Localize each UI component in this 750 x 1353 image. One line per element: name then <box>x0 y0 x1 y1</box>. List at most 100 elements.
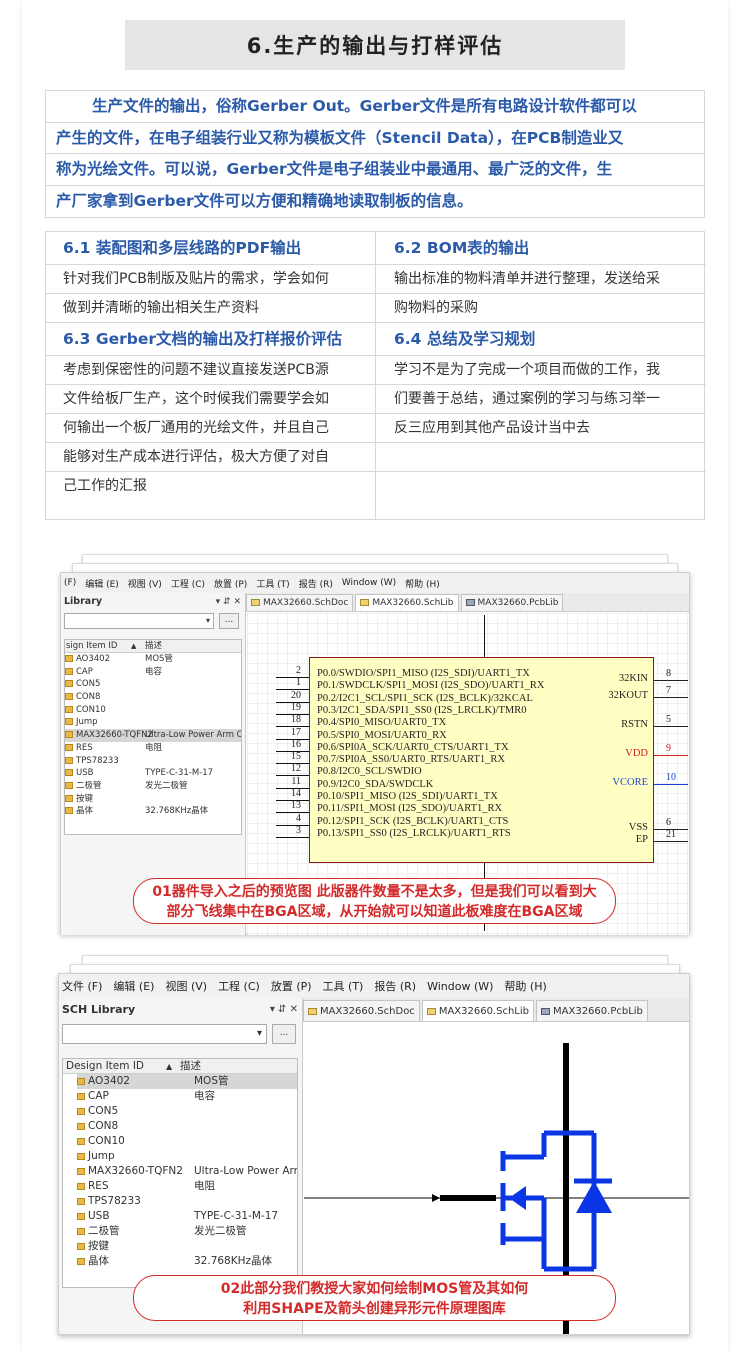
menu-view[interactable]: 视图 (V) <box>165 978 207 994</box>
panel-controls-icon[interactable]: ▾ ⇵ ✕ <box>270 998 298 1022</box>
menu-edit[interactable]: 编辑 (E) <box>85 577 119 590</box>
menu-view[interactable]: 视图 (V) <box>128 577 162 590</box>
item-id: CAP <box>88 1090 109 1102</box>
list-item[interactable]: CAP 电容 <box>65 666 241 679</box>
list-item[interactable]: CAP 电容 <box>77 1089 297 1104</box>
list-item[interactable]: AO3402 MOS管 <box>65 653 241 666</box>
folder-icon <box>77 1078 85 1085</box>
topic-heading: 6.2 BOM表的输出 <box>376 232 706 265</box>
item-id: RES <box>76 742 93 753</box>
item-id: CON5 <box>76 679 101 690</box>
list-item[interactable]: USB TYPE-C-31-M-17 <box>77 1209 297 1224</box>
column-header-desc[interactable]: 描述 <box>145 640 162 653</box>
menu-tools[interactable]: 工具 (T) <box>323 978 364 994</box>
topic-column-right: 6.2 BOM表的输出 输出标准的物料清单并进行整理，发送给采 购物料的采购 6… <box>376 232 706 519</box>
list-item[interactable]: CON5 <box>77 1104 297 1119</box>
pin-label: P0.4/SPI0_MISO/UART0_TX <box>317 717 447 729</box>
menu-tools[interactable]: 工具 (T) <box>256 577 289 590</box>
item-description: MOS管 <box>145 654 173 664</box>
search-input[interactable]: ▾ <box>62 1024 267 1044</box>
list-item[interactable]: 按键 <box>77 1239 297 1254</box>
menu-file[interactable]: (F) <box>64 578 76 588</box>
list-item[interactable]: 二极管 发光二极管 <box>77 1224 297 1239</box>
tab-schlib[interactable]: MAX32660.SchLib <box>355 594 459 611</box>
tab-schdoc[interactable]: MAX32660.SchDoc <box>246 594 354 611</box>
menu-place[interactable]: 放置 (P) <box>271 978 312 994</box>
list-item[interactable]: TPS78233 <box>65 755 241 768</box>
list-item[interactable]: CON8 <box>77 1119 297 1134</box>
item-id: CON8 <box>88 1120 119 1132</box>
panel-title-text: Library <box>64 596 103 607</box>
panel-controls-icon[interactable]: ▾ ⇵ ✕ <box>216 593 241 611</box>
item-description: MOS管 <box>194 1075 229 1087</box>
tab-label: MAX32660.PcbLib <box>553 1006 643 1017</box>
item-description: Ultra-Low Power Arm Co <box>145 730 242 741</box>
menu-project[interactable]: 工程 (C) <box>218 978 260 994</box>
list-item[interactable]: MAX32660-TQFN2Ultra-Low Power Arm Co <box>77 1164 297 1179</box>
list-item[interactable]: 晶体 32.768KHz晶体 <box>65 805 241 818</box>
intro-line: 生产文件的输出，俗称Gerber Out。Gerber文件是所有电路设计软件都可… <box>46 91 704 123</box>
list-item[interactable]: TPS78233 <box>77 1194 297 1209</box>
list-item[interactable]: Jump <box>65 716 241 729</box>
pin-number: 11 <box>291 775 301 787</box>
topic-text: 能够对生产成本进行评估，极大方便了对自 <box>46 443 375 472</box>
list-item[interactable]: 按键 <box>65 793 241 806</box>
list-item[interactable]: CON8 <box>65 691 241 704</box>
list-item[interactable]: 二极管 发光二极管 <box>65 780 241 793</box>
list-item[interactable]: CON10 <box>77 1134 297 1149</box>
menu-window[interactable]: Window (W) <box>342 578 396 588</box>
tab-pcblib[interactable]: MAX32660.PcbLib <box>536 1000 648 1021</box>
list-item[interactable]: MAX32660-TQFN2Ultra-Low Power Arm Co <box>65 729 241 742</box>
item-id: CAP <box>76 666 93 677</box>
list-item[interactable]: 晶体 32.768KHz晶体 <box>77 1254 297 1269</box>
pin-number: 13 <box>291 800 301 812</box>
menu-project[interactable]: 工程 (C) <box>171 577 205 590</box>
pin-number: 5 <box>666 714 671 725</box>
panel-title-text: SCH Library <box>62 1003 136 1016</box>
item-description: TYPE-C-31-M-17 <box>194 1210 279 1222</box>
browse-button[interactable]: ... <box>272 1024 296 1044</box>
menu-file[interactable]: 文件 (F) <box>62 978 102 994</box>
tab-schdoc[interactable]: MAX32660.SchDoc <box>303 1000 420 1021</box>
section-title: 6.生产的输出与打样评估 <box>125 20 625 70</box>
list-header: Design Item ID ▲ 描述 <box>63 1059 297 1074</box>
list-item[interactable]: CON5 <box>65 678 241 691</box>
pin-number: 12 <box>291 763 301 775</box>
topic-heading: 6.1 装配图和多层线路的PDF输出 <box>46 232 375 265</box>
menu-help[interactable]: 帮助 (H) <box>504 978 546 994</box>
menu-edit[interactable]: 编辑 (E) <box>113 978 154 994</box>
pcb-icon <box>465 599 475 606</box>
browse-button[interactable]: ... <box>219 613 239 629</box>
pin-number: 8 <box>666 668 671 679</box>
menu-window[interactable]: Window (W) <box>427 980 493 993</box>
chevron-down-icon[interactable]: ▾ <box>206 616 210 625</box>
column-header-id[interactable]: Design Item ID <box>66 1059 144 1074</box>
column-header-desc[interactable]: 描述 <box>180 1059 201 1074</box>
wire <box>484 615 485 657</box>
item-id: USB <box>76 768 94 779</box>
column-header-id[interactable]: sign Item ID <box>66 640 117 653</box>
folder-icon <box>65 693 73 701</box>
chevron-down-icon[interactable]: ▾ <box>257 1028 262 1039</box>
list-item[interactable]: CON10 <box>65 704 241 717</box>
menu-reports[interactable]: 报告 (R) <box>374 978 416 994</box>
list-item[interactable]: AO3402 MOS管 <box>77 1074 297 1089</box>
item-description: 发光二极管 <box>194 1225 247 1237</box>
menu-bar: 文件 (F) 编辑 (E) 视图 (V) 工程 (C) 放置 (P) 工具 (T… <box>59 974 689 998</box>
list-item[interactable]: RES 电阻 <box>65 742 241 755</box>
list-item[interactable]: Jump <box>77 1149 297 1164</box>
menu-help[interactable]: 帮助 (H) <box>405 577 440 590</box>
pin-label: P0.11/SPI1_MOSI (I2S_SDO)/UART1_RX <box>317 803 503 815</box>
list-item[interactable]: USB TYPE-C-31-M-17 <box>65 767 241 780</box>
menu-reports[interactable]: 报告 (R) <box>299 577 333 590</box>
menu-place[interactable]: 放置 (P) <box>214 577 247 590</box>
tab-schlib[interactable]: MAX32660.SchLib <box>421 1000 535 1021</box>
tab-pcblib[interactable]: MAX32660.PcbLib <box>460 594 564 611</box>
list-item[interactable]: RES 电阻 <box>77 1179 297 1194</box>
topic-text: 们要善于总结，通过案例的学习与练习举一 <box>376 385 706 414</box>
folder-icon <box>65 718 73 726</box>
pin-label: P0.0/SWDIO/SPI1_MISO (I2S_SDI)/UART1_TX <box>317 668 530 679</box>
search-input[interactable]: ▾ <box>64 613 214 629</box>
topic-text: 针对我们PCB制版及贴片的需求，学会如何 <box>46 265 375 294</box>
document-tabs: MAX32660.SchDoc MAX32660.SchLib MAX32660… <box>246 593 689 612</box>
